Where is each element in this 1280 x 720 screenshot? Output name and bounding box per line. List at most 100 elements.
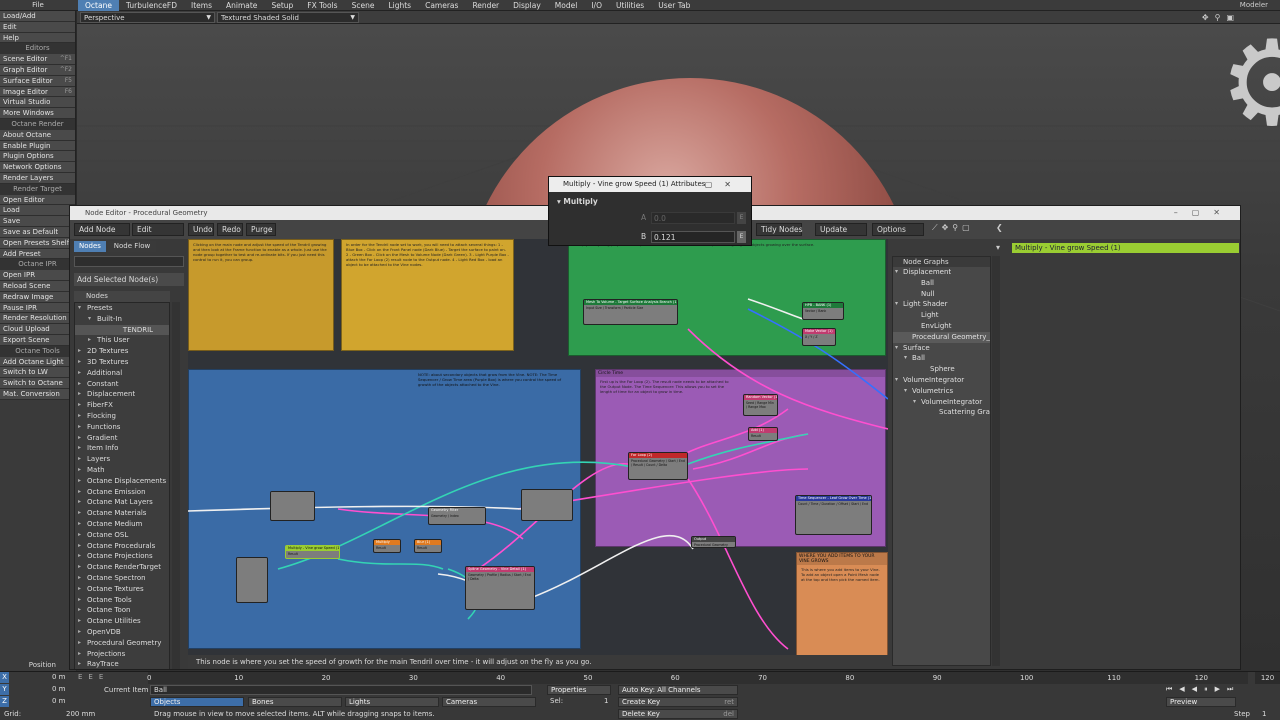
sidebar-item-help[interactable]: Help xyxy=(0,32,75,44)
sidebar-item-plugin-options[interactable]: Plugin Options xyxy=(0,151,75,163)
chevron-right-icon[interactable]: ▸ xyxy=(78,638,81,649)
tree-item-procedural-geometry[interactable]: ▸ Procedural Geometry xyxy=(75,638,169,649)
node-search-input[interactable] xyxy=(74,256,184,267)
node-multiply[interactable]: Multiply Result xyxy=(373,539,401,553)
node-blur[interactable]: Blur (1) Result xyxy=(414,539,442,553)
sidebar-item-surface-editor[interactable]: Surface Editor F5 xyxy=(0,75,75,87)
tree-item-octane-textures[interactable]: ▸ Octane Textures xyxy=(75,584,169,595)
chevron-right-icon[interactable]: ▸ xyxy=(78,368,81,379)
node-spline-geometry[interactable]: Spline Geometry - Vine Detail (1) Geometr… xyxy=(465,566,535,610)
tree-item-octane-projections[interactable]: ▸ Octane Projections xyxy=(75,551,169,562)
tree-item-constant[interactable]: ▸ Constant xyxy=(75,379,169,390)
chevron-right-icon[interactable]: ▸ xyxy=(78,562,81,573)
tree-item-octane-toon[interactable]: ▸ Octane Toon xyxy=(75,605,169,616)
tree-item-octane-emission[interactable]: ▸ Octane Emission xyxy=(75,487,169,498)
edit-menu-button[interactable]: Edit xyxy=(132,223,184,236)
sidebar-item-reload-scene[interactable]: Reload Scene xyxy=(0,280,75,292)
tree-scrollbar[interactable] xyxy=(172,302,180,669)
create-key-button[interactable]: Create Key ret xyxy=(618,697,738,707)
tree-item-additional[interactable]: ▸ Additional xyxy=(75,368,169,379)
tree-item-functions[interactable]: ▸ Functions xyxy=(75,422,169,433)
tree-item-octane-spectron[interactable]: ▸ Octane Spectron xyxy=(75,573,169,584)
node-for-loop[interactable]: For Loop (2) Procedural Geometry / Start … xyxy=(628,452,688,480)
undo-button[interactable]: Undo xyxy=(188,223,214,236)
tab-render[interactable]: Render xyxy=(465,0,506,11)
sidebar-item-switch-to-lw[interactable]: Switch to LW xyxy=(0,367,75,379)
chevron-right-icon[interactable]: ▸ xyxy=(78,530,81,541)
chevron-right-icon[interactable]: ▸ xyxy=(78,497,81,508)
chevron-right-icon[interactable]: ▸ xyxy=(78,573,81,584)
auto-key-select[interactable]: Auto Key: All Channels xyxy=(618,685,738,695)
tree-item-projections[interactable]: ▸ Projections xyxy=(75,649,169,660)
section-multiply[interactable]: ▾ Multiply xyxy=(549,194,753,210)
tab-fx-tools[interactable]: FX Tools xyxy=(300,0,344,11)
tab-setup[interactable]: Setup xyxy=(264,0,300,11)
chevron-down-icon[interactable]: ▾ xyxy=(904,386,907,397)
sidebar-item-open-ipr[interactable]: Open IPR xyxy=(0,270,75,281)
sidebar-item-enable-plugin[interactable]: Enable Plugin xyxy=(0,140,75,152)
tree-item-octane-osl[interactable]: ▸ Octane OSL xyxy=(75,530,169,541)
current-item-select[interactable]: Ball xyxy=(150,685,532,695)
sidebar-item-render-layers[interactable]: Render Layers xyxy=(0,172,75,184)
sidebar-item-add-preset[interactable]: Add Preset xyxy=(0,248,75,260)
chevron-right-icon[interactable]: ▸ xyxy=(78,454,81,465)
graph-item-ball[interactable]: ▾ Ball xyxy=(893,353,990,364)
file-menu[interactable]: File xyxy=(0,0,76,11)
sidebar-item-switch-to-octane[interactable]: Switch to Octane xyxy=(0,378,75,389)
chevron-right-icon[interactable]: ▸ xyxy=(78,649,81,660)
chevron-right-icon[interactable]: ▸ xyxy=(78,346,81,357)
playback-controls[interactable]: ⏮◀◀⏸▶⏭ xyxy=(1166,685,1278,695)
sidebar-item-about-octane[interactable]: About Octane xyxy=(0,129,75,141)
tree-item-octane-rendertarget[interactable]: ▸ Octane RenderTarget xyxy=(75,562,169,573)
sidebar-item-graph-editor[interactable]: Graph Editor ^F2 xyxy=(0,64,75,76)
node-tools-icon[interactable]: ⟋✥⚲▢ xyxy=(932,223,974,233)
envelope-e-button[interactable]: E xyxy=(737,231,746,243)
purge-button[interactable]: Purge xyxy=(246,223,276,236)
graph-item-surface[interactable]: ▾ Surface xyxy=(893,343,990,354)
step-field[interactable]: 1 xyxy=(1262,709,1266,720)
tree-item-octane-mat-layers[interactable]: ▸ Octane Mat Layers xyxy=(75,497,169,508)
tab-model[interactable]: Model xyxy=(548,0,585,11)
add-selected-nodes-button[interactable]: Add Selected Node(s) xyxy=(74,273,184,286)
tree-item-raytrace[interactable]: ▸ RayTrace xyxy=(75,659,169,669)
graph-item-volumeintegrator[interactable]: ▾ VolumeIntegrator xyxy=(893,397,990,408)
bones-mode-button[interactable]: Bones xyxy=(248,697,342,707)
sidebar-item-scene-editor[interactable]: Scene Editor ^F1 xyxy=(0,54,75,65)
grid-size-field[interactable]: 200 mm xyxy=(66,709,95,720)
graph-item-displacement[interactable]: ▾ Displacement xyxy=(893,267,990,278)
tab-scene[interactable]: Scene xyxy=(345,0,382,11)
tab-octane[interactable]: Octane xyxy=(78,0,119,11)
tree-item-presets[interactable]: ▾ Presets xyxy=(75,303,169,314)
node-output[interactable]: Output Procedural Geometry xyxy=(691,536,736,548)
chevron-right-icon[interactable]: ▸ xyxy=(78,422,81,433)
chevron-right-icon[interactable]: ▸ xyxy=(78,487,81,498)
tree-item-octane-procedurals[interactable]: ▸ Octane Procedurals xyxy=(75,541,169,552)
tree-item-gradient[interactable]: ▸ Gradient xyxy=(75,433,169,444)
sidebar-item-load[interactable]: Load xyxy=(0,205,75,217)
chevron-right-icon[interactable]: ▸ xyxy=(78,595,81,606)
tab-utilities[interactable]: Utilities xyxy=(609,0,651,11)
tree-item-this-user[interactable]: ▸ This User xyxy=(75,335,169,346)
window-controls[interactable]: –▢✕ xyxy=(689,177,743,192)
add-node-button[interactable]: Add Node xyxy=(74,223,130,236)
objects-mode-button[interactable]: Objects xyxy=(150,697,244,707)
tidy-nodes-button[interactable]: Tidy Nodes xyxy=(756,223,803,236)
tab-user-tab[interactable]: User Tab xyxy=(651,0,697,11)
sidebar-item-virtual-studio[interactable]: Virtual Studio xyxy=(0,97,75,109)
tree-item-fiberfx[interactable]: ▸ FiberFX xyxy=(75,400,169,411)
tab-display[interactable]: Display xyxy=(506,0,548,11)
chevron-right-icon[interactable]: ▸ xyxy=(78,616,81,627)
envelope-e-button[interactable]: E xyxy=(737,212,746,224)
sidebar-item-save-as-default[interactable]: Save as Default xyxy=(0,226,75,238)
node-procedural-geometry-a[interactable] xyxy=(270,491,315,521)
chevron-right-icon[interactable]: ▸ xyxy=(78,519,81,530)
chevron-right-icon[interactable]: ▸ xyxy=(78,379,81,390)
view-mode-select[interactable]: Perspective ▼ xyxy=(80,12,215,23)
sidebar-item-render-resolution[interactable]: Render Resolution xyxy=(0,313,75,325)
chevron-right-icon[interactable]: ▸ xyxy=(78,357,81,368)
sidebar-item-edit[interactable]: Edit xyxy=(0,21,75,33)
tree-item-flocking[interactable]: ▸ Flocking xyxy=(75,411,169,422)
graph-item-light-shader[interactable]: ▾ Light Shader xyxy=(893,299,990,310)
graph-item-ball[interactable]: Ball xyxy=(893,278,990,289)
tab-turbulencefd[interactable]: TurbulenceFD xyxy=(119,0,184,11)
